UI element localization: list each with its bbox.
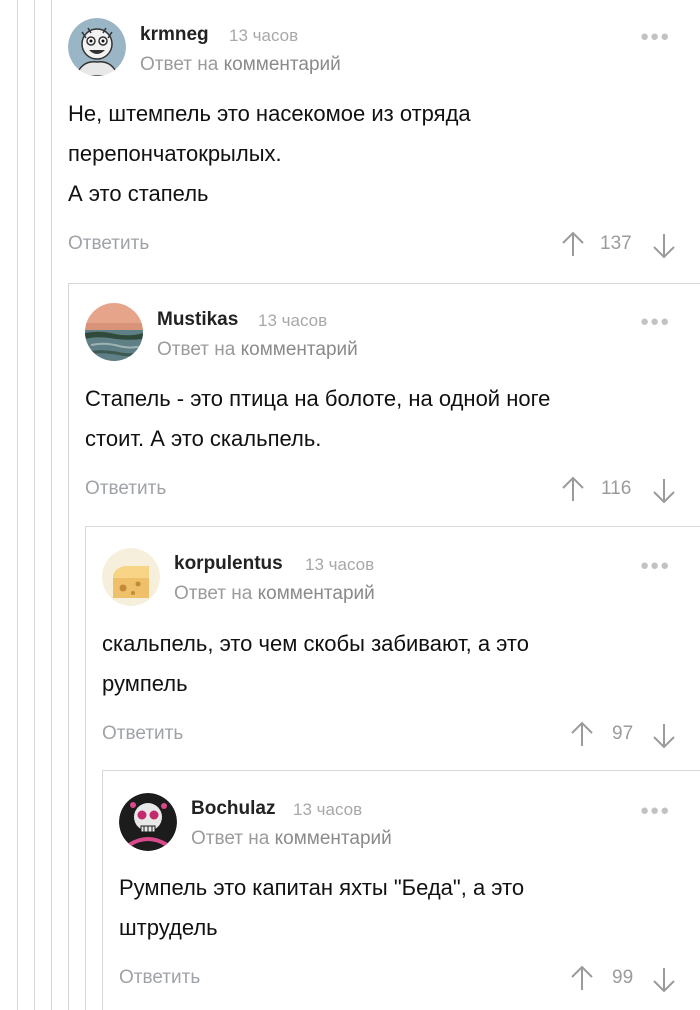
timestamp: 13 часов — [293, 800, 363, 819]
skull-avatar-icon[interactable] — [119, 793, 177, 851]
reply-button[interactable]: Ответить — [119, 967, 200, 989]
comment: Bochulaz 13 часов Ответ на комментарий ●… — [0, 0, 700, 1010]
more-options-icon[interactable]: ●●● — [640, 802, 670, 819]
comment-line: штрудель — [119, 915, 218, 940]
upvote-arrow-icon[interactable] — [570, 964, 594, 992]
rating-value: 99 — [612, 967, 634, 988]
author-name[interactable]: Bochulaz — [191, 798, 275, 820]
downvote-arrow-icon[interactable] — [652, 966, 676, 994]
reply-to: Ответ на комментарий — [191, 828, 392, 850]
comment-line: Румпель это капитан яхты "Беда", а это — [119, 875, 525, 900]
comment-text: Румпель это капитан яхты "Беда", а это ш… — [119, 868, 524, 948]
reply-to-link[interactable]: комментарий — [275, 828, 392, 849]
reply-to-prefix: Ответ на — [191, 828, 270, 849]
